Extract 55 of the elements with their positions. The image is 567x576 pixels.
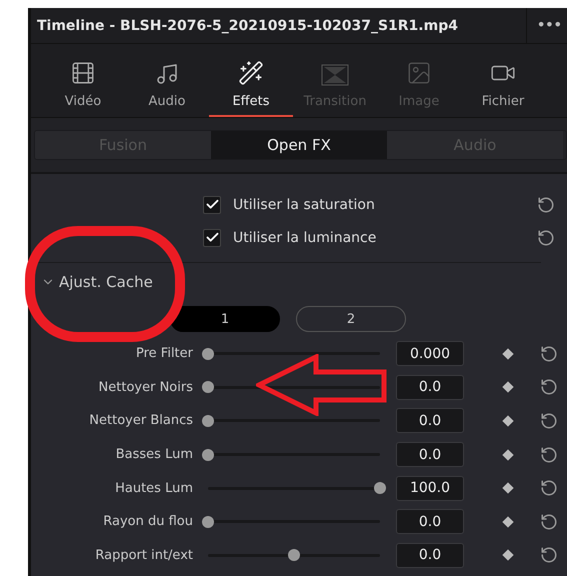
checkbox-label: Utiliser la saturation	[233, 196, 376, 212]
slider-label: Rapport int/ext	[94, 548, 193, 563]
value-field[interactable]: 100.0	[396, 476, 464, 501]
checkbox[interactable]	[203, 196, 221, 214]
keyframe-icon[interactable]	[502, 448, 514, 460]
keyframe-icon[interactable]	[502, 382, 514, 394]
value-field[interactable]: 0.0	[396, 509, 464, 534]
magic-wand-icon	[238, 60, 264, 86]
slider-thumb[interactable]	[202, 348, 214, 360]
image-icon	[406, 60, 432, 86]
transition-icon	[321, 64, 349, 86]
section-title: Ajust. Cache	[59, 273, 153, 291]
film-icon	[70, 60, 96, 86]
inspector-tab[interactable]: Fichier	[461, 44, 545, 117]
reset-icon[interactable]	[540, 546, 558, 564]
slider-label: Pre Filter	[135, 346, 193, 362]
keyframe-icon[interactable]	[502, 550, 514, 562]
slider-label: Hautes Lum	[114, 480, 193, 496]
slider-label: Nettoyer Blancs	[88, 413, 193, 428]
reset-icon[interactable]	[540, 378, 558, 396]
checkbox-label: Utiliser la luminance	[233, 230, 378, 246]
segment-tab[interactable]: Open FX	[211, 131, 387, 159]
slider-thumb[interactable]	[202, 381, 214, 394]
value-field[interactable]: 0.0	[396, 442, 464, 468]
keyframe-icon[interactable]	[502, 415, 514, 427]
reset-icon[interactable]	[537, 196, 555, 214]
reset-icon[interactable]	[540, 412, 558, 430]
inspector-tab[interactable]: Audio	[125, 44, 209, 117]
keyframe-icon[interactable]	[502, 516, 514, 528]
slider-label: Basses Lum	[114, 447, 193, 462]
slider-label: Rayon du flou	[102, 514, 193, 530]
slider-thumb[interactable]	[374, 482, 386, 494]
value-field[interactable]: 0.0	[396, 542, 464, 568]
reset-icon[interactable]	[540, 512, 558, 531]
value-field[interactable]: 0.0	[396, 374, 464, 400]
checkbox[interactable]	[203, 228, 221, 246]
segment-button[interactable]: 1	[170, 306, 280, 332]
slider-label: Nettoyer Noirs	[98, 380, 193, 395]
slider-thumb[interactable]	[202, 448, 214, 461]
window-title: Timeline - BLSH-2076-5_20210915-102037_S1R1.mp4	[31, 8, 527, 43]
reset-icon[interactable]	[540, 446, 558, 464]
music-note-icon	[155, 62, 179, 86]
segment-button[interactable]: 2	[296, 306, 406, 332]
keyframe-icon[interactable]	[502, 482, 514, 494]
reset-icon[interactable]	[540, 344, 558, 363]
inspector-tab[interactable]: Vidéo	[41, 44, 125, 117]
reset-icon[interactable]	[540, 479, 558, 498]
slider-thumb[interactable]	[288, 549, 300, 562]
reset-icon[interactable]	[537, 228, 555, 246]
slider-thumb[interactable]	[202, 516, 214, 528]
more-button[interactable]: •••	[527, 18, 567, 33]
keyframe-icon[interactable]	[502, 348, 514, 360]
value-field[interactable]: 0.000	[396, 341, 464, 366]
slider-thumb[interactable]	[202, 414, 214, 427]
value-field[interactable]: 0.0	[396, 408, 464, 434]
